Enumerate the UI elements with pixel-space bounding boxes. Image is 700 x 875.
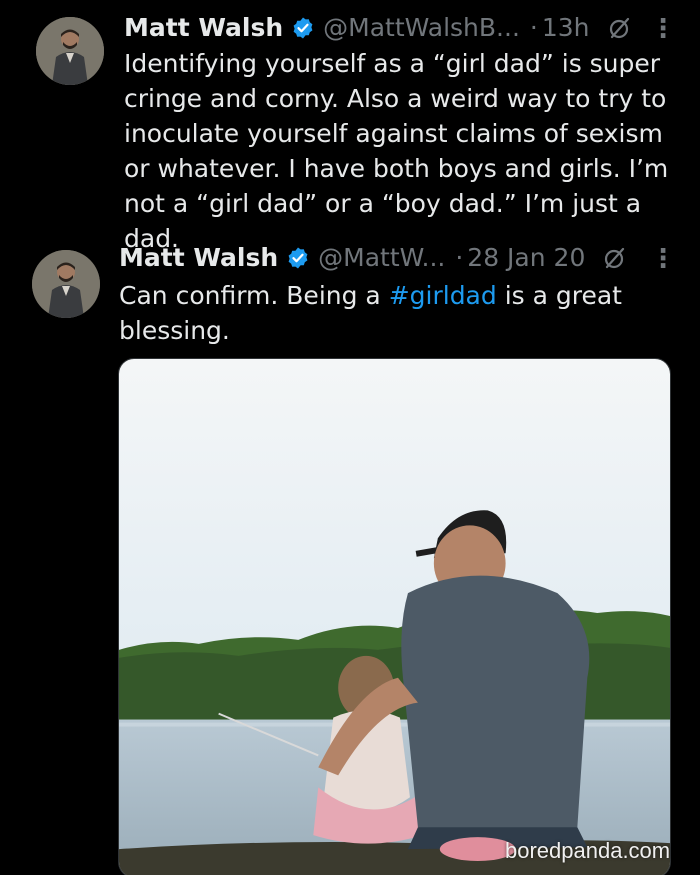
verified-badge-icon: [286, 246, 310, 270]
timestamp[interactable]: 13h: [542, 12, 590, 44]
tweet-photo[interactable]: [118, 358, 671, 875]
tweet-1[interactable]: Matt Walsh @MattWalshB... · 13h ⋮ Identi…: [0, 0, 700, 253]
author-handle[interactable]: @MattWalshB...: [323, 12, 520, 44]
separator: ·: [529, 13, 538, 42]
avatar[interactable]: [32, 250, 100, 318]
tweet-text: Can confirm. Being a #girldad is a great…: [119, 278, 679, 348]
tweet-header: Matt Walsh @MattW... · 28 Jan 20: [119, 242, 627, 274]
tweet-text-start: Can confirm. Being a: [119, 281, 389, 310]
timestamp[interactable]: 28 Jan 20: [467, 242, 585, 274]
author-name[interactable]: Matt Walsh: [119, 242, 278, 274]
tweet-header: Matt Walsh @MattWalshB... · 13h: [124, 12, 632, 44]
more-options-icon[interactable]: ⋮: [650, 246, 676, 272]
verified-badge-icon: [291, 16, 315, 40]
grok-icon[interactable]: [608, 16, 632, 40]
avatar-image: [36, 17, 104, 85]
more-options-icon[interactable]: ⋮: [650, 16, 676, 42]
avatar-image: [32, 250, 100, 318]
tweet-2[interactable]: Matt Walsh @MattW... · 28 Jan 20 ⋮ Can c…: [0, 240, 700, 875]
watermark: boredpanda.com: [505, 838, 671, 863]
lake-photo-image: [119, 359, 670, 875]
author-handle[interactable]: @MattW...: [318, 242, 445, 274]
hashtag-link[interactable]: #girldad: [389, 281, 497, 310]
author-name[interactable]: Matt Walsh: [124, 12, 283, 44]
tweet-text: Identifying yourself as a “girl dad” is …: [124, 49, 669, 253]
separator: ·: [455, 243, 464, 272]
grok-icon[interactable]: [603, 246, 627, 270]
avatar[interactable]: [36, 17, 104, 85]
